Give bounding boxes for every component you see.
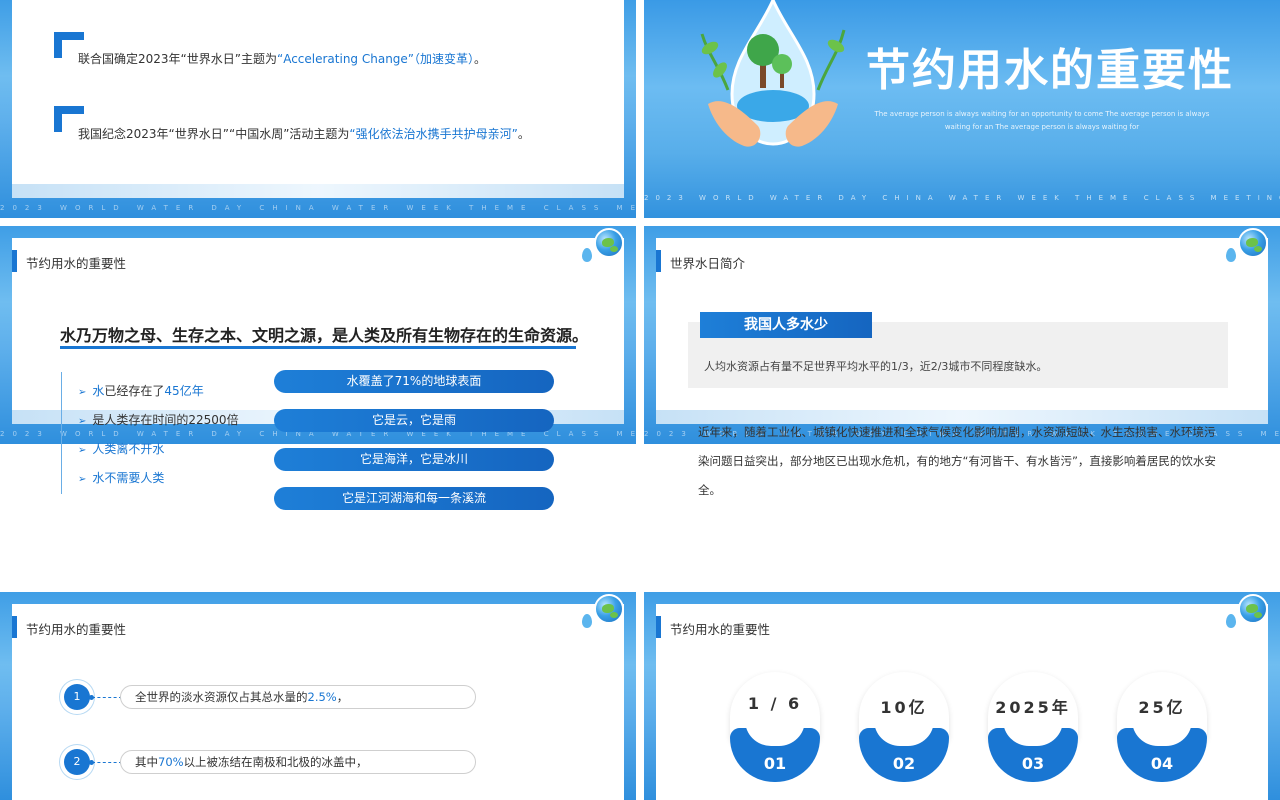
slide-header-title: 节约用水的重要性 [670, 622, 771, 637]
hero-title: 节约用水的重要性 [866, 45, 1234, 96]
fact-text: 人均水资源占有量不足世界平均水平的1/3，近2/3城市不同程度缺水。 [704, 360, 1048, 373]
bullet-item-1: ➢ 水已经存在了45亿年 [78, 384, 204, 398]
slide-footer: 2023 WORLD WATER DAY CHINA WATER WEEK TH… [0, 204, 636, 212]
arrow-right-icon: ➢ [78, 387, 87, 398]
slide-thumbnail-1[interactable]: 联合国确定2023年“世界水日”主题为“Accelerating Change”… [0, 0, 636, 218]
stat-index: 03 [1021, 754, 1045, 773]
slide-thumbnail-2[interactable]: 节约用水的重要性 The average person is always wa… [644, 0, 1280, 218]
step-row-2: 其中70%以上被冻结在南极和北极的冰盖中， [120, 750, 476, 774]
slide-thumbnail-6[interactable]: 节约用水的重要性 1 / 6 01 10亿 02 2025年 03 25亿 04 [644, 592, 1280, 800]
step-row-1: 全世界的淡水资源仅占其总水量的2.5%， [120, 685, 476, 709]
stat-card-1: 1 / 6 01 [730, 672, 820, 782]
fact-pill-2: 它是云，它是雨 [274, 409, 554, 432]
slide3-content: ➢ 水已经存在了45亿年 ➢ 是人类存在时间的22500倍 ➢ 人类离不开水 ➢ 水不需… [12, 238, 624, 568]
stat-index: 02 [892, 754, 916, 773]
hero-subtitle: The average person is always waiting for… [874, 110, 1210, 131]
stat-value: 10亿 [880, 698, 928, 717]
slide4-content: 我国人多水少 人均水资源占有量不足世界平均水平的1/3，近2/3城市不同程度缺水… [644, 226, 1280, 568]
water-drop-icon [582, 614, 592, 628]
step-number-1: 1 [64, 684, 90, 710]
header-accent-bar [12, 616, 17, 638]
bullet-item-3: ➢ 人类离不开水 [78, 442, 165, 456]
globe-icon [594, 594, 624, 624]
step-connector [89, 695, 125, 700]
headline-underline [60, 346, 576, 349]
water-drop-icon [1226, 614, 1236, 628]
slide-panel: 联合国确定2023年“世界水日”主题为“Accelerating Change”… [12, 0, 624, 198]
stat-value: 25亿 [1138, 698, 1186, 717]
fact-pill-1: 水覆盖了71%的地球表面 [274, 370, 554, 393]
slide-header-title: 节约用水的重要性 [26, 622, 127, 637]
header-accent-bar [656, 616, 661, 638]
slide-thumbnail-5[interactable]: 节约用水的重要性 1 全世界的淡水资源仅占其总水量的2.5%， 2 其中70%以… [0, 592, 636, 800]
theme-item-1: 联合国确定2023年“世界水日”主题为“Accelerating Change”… [78, 52, 487, 66]
stat-index: 04 [1150, 754, 1174, 773]
fact-pill-3: 它是海洋，它是冰川 [274, 448, 554, 471]
fact-tag: 我国人多水少 [700, 312, 872, 338]
bullet-item-4: ➢ 水不需要人类 [78, 471, 165, 485]
stat-card-4: 25亿 04 [1117, 672, 1207, 782]
bullet-item-2: ➢ 是人类存在时间的22500倍 [78, 413, 239, 427]
slide-panel: 节约用水的重要性 1 / 6 01 10亿 02 2025年 03 25亿 04 [656, 604, 1268, 800]
stat-value: 2025年 [995, 698, 1071, 717]
footer-band [12, 184, 624, 198]
arrow-right-icon: ➢ [78, 445, 87, 456]
stat-card-3: 2025年 03 [988, 672, 1078, 782]
bullet-guide-line [61, 372, 62, 494]
stat-value: 1 / 6 [747, 694, 803, 713]
intro-paragraph: 近年来，随着工业化、城镇化快速推进和全球气候变化影响加剧，水资源短缺、水生态损害… [698, 425, 1216, 497]
water-drop-hands-illustration [700, 0, 846, 147]
arrow-right-icon: ➢ [78, 474, 87, 485]
globe-icon [1238, 594, 1268, 624]
step-connector [89, 760, 125, 765]
fact-pill-4: 它是江河湖海和每一条溪流 [274, 487, 554, 510]
stat-index: 01 [763, 754, 787, 773]
theme-item-2: 我国纪念2023年“世界水日”“中国水周”活动主题为“强化依法治水携手共护母亲河… [78, 127, 530, 141]
slide-footer: 2023 WORLD WATER DAY CHINA WATER WEEK TH… [644, 194, 1280, 202]
arrow-right-icon: ➢ [78, 416, 87, 427]
step-number-2: 2 [64, 749, 90, 775]
slide-panel: 节约用水的重要性 1 全世界的淡水资源仅占其总水量的2.5%， 2 其中70%以… [12, 604, 624, 800]
stat-card-2: 10亿 02 [859, 672, 949, 782]
